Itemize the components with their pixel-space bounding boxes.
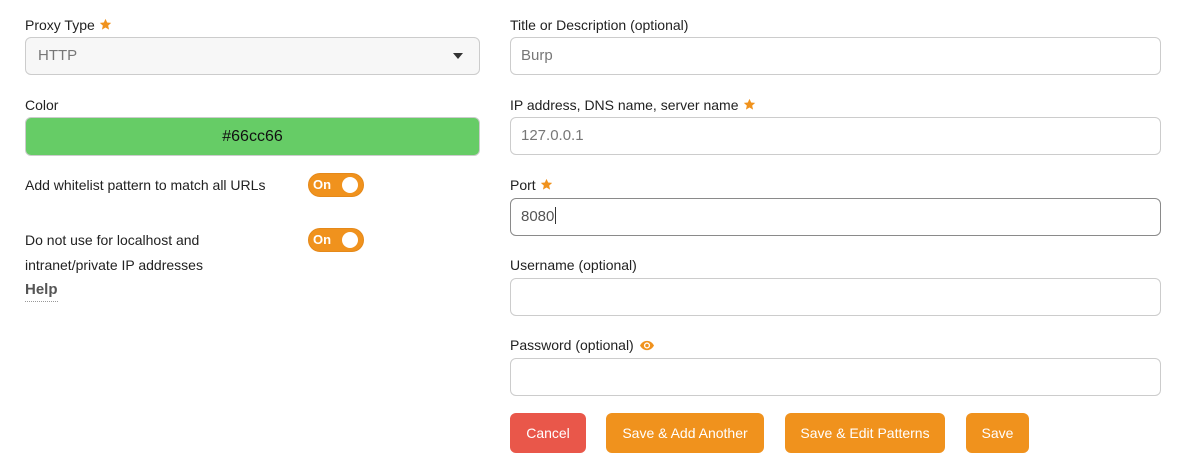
port-input[interactable]: 8080 [510,198,1161,236]
title-input-value: Burp [521,47,553,64]
color-label: Color [25,97,59,113]
eye-icon[interactable] [639,340,654,351]
localhost-toggle-text: On [313,232,332,247]
star-icon [99,18,112,31]
whitelist-toggle-text: On [313,177,332,192]
proxy-type-value: HTTP [38,47,78,64]
cancel-button[interactable]: Cancel [510,413,586,453]
address-input[interactable]: 127.0.0.1 [510,117,1161,155]
title-input[interactable]: Burp [510,37,1161,75]
username-label: Username (optional) [510,257,637,273]
star-icon [540,178,553,191]
address-label: IP address, DNS name, server name [510,97,756,113]
proxy-settings-form: Proxy Type HTTP Color #66cc66 Add whitel… [0,0,1183,476]
chevron-down-icon [453,53,463,59]
whitelist-label: Add whitelist pattern to match all URLs [25,177,266,193]
save-add-another-button[interactable]: Save & Add Another [606,413,764,453]
color-value: #66cc66 [222,128,283,145]
toggle-knob [342,232,358,248]
toggle-knob [342,177,358,193]
password-label-text: Password (optional) [510,337,634,353]
text-caret [555,207,557,224]
localhost-label-line2: intranet/private IP addresses [25,257,203,273]
localhost-label-line1: Do not use for localhost and [25,232,200,248]
username-input[interactable] [510,278,1161,316]
port-label-text: Port [510,177,536,193]
save-button[interactable]: Save [966,413,1029,453]
proxy-type-label: Proxy Type [25,17,112,33]
title-label: Title or Description (optional) [510,17,689,33]
save-edit-patterns-button[interactable]: Save & Edit Patterns [785,413,945,453]
proxy-type-label-text: Proxy Type [25,17,95,33]
password-label: Password (optional) [510,337,654,353]
address-label-text: IP address, DNS name, server name [510,97,739,113]
port-label: Port [510,177,553,193]
whitelist-toggle[interactable]: On [308,173,364,197]
help-link[interactable]: Help [25,281,58,302]
color-picker[interactable]: #66cc66 [25,117,480,156]
localhost-toggle[interactable]: On [308,228,364,252]
star-icon [743,98,756,111]
address-input-value: 127.0.0.1 [521,127,584,144]
port-input-value: 8080 [521,208,555,225]
password-input[interactable] [510,358,1161,396]
proxy-type-select[interactable]: HTTP [25,37,480,75]
